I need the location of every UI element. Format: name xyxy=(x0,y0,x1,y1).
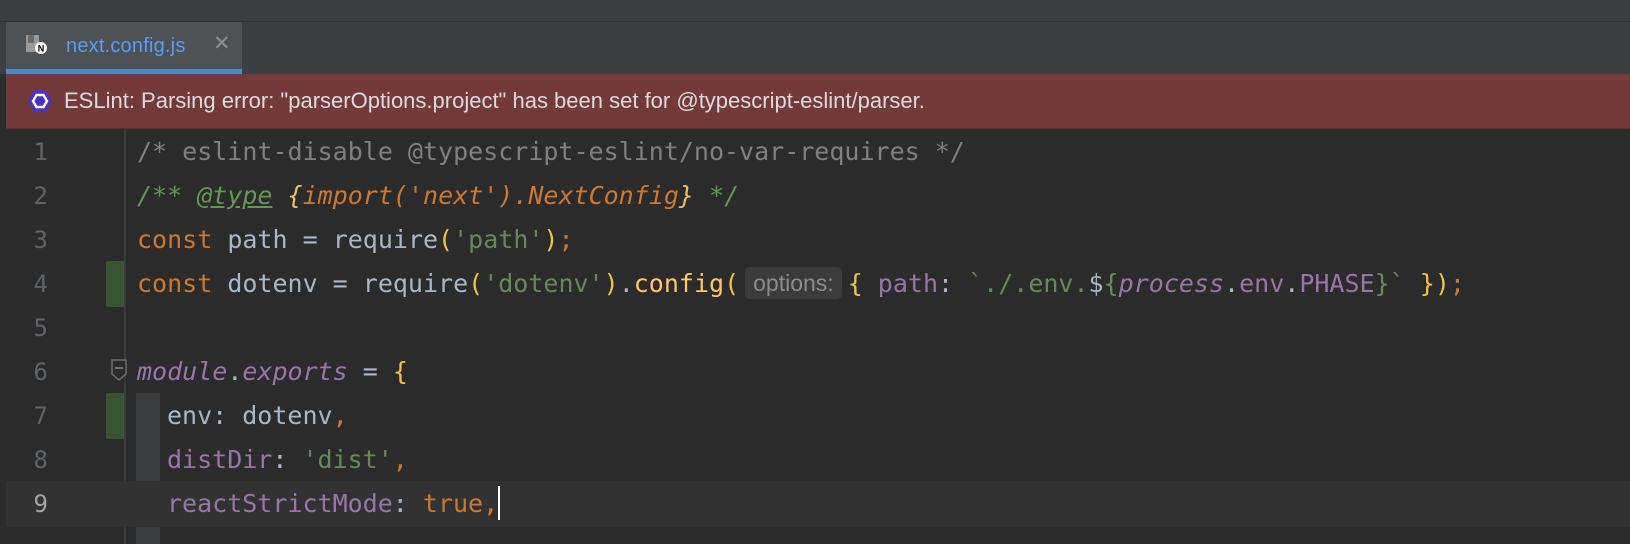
line-number: 4 xyxy=(33,270,48,298)
close-icon[interactable]: ✕ xyxy=(213,33,231,55)
error-message: ESLint: Parsing error: "parserOptions.pr… xyxy=(64,88,925,113)
line-number: 5 xyxy=(33,314,48,342)
dot: . xyxy=(1284,269,1300,298)
property: reactStrictMode xyxy=(167,489,393,518)
semicolon: ; xyxy=(1449,269,1465,298)
paren: ( xyxy=(724,269,740,298)
tab-next-config[interactable]: N next.config.js ✕ xyxy=(6,22,242,74)
text-cursor xyxy=(498,486,501,520)
dot: . xyxy=(227,357,243,386)
line-number: 9 xyxy=(33,490,48,518)
identifier-process: process xyxy=(1118,269,1225,298)
brace: { xyxy=(847,269,863,298)
jsdoc-type-open: { xyxy=(287,181,303,210)
line-number: 1 xyxy=(33,138,48,166)
brace: { xyxy=(392,357,408,386)
colon: : xyxy=(392,489,423,518)
eslint-icon xyxy=(28,90,52,112)
template-string: ` xyxy=(1389,269,1405,298)
code-text: /* eslint-disable @typescript-eslint/no-… xyxy=(137,129,965,175)
string: 'path' xyxy=(453,225,544,254)
code-text: env: dotenv, xyxy=(167,393,348,439)
code-line: 4 const dotenv = require('dotenv').confi… xyxy=(6,261,1630,307)
fold-icon[interactable] xyxy=(110,358,128,382)
code-line: 7 env: dotenv, xyxy=(6,393,1630,439)
identifier-module: module xyxy=(137,357,228,386)
template-brace: } xyxy=(1374,269,1390,298)
jsdoc-tag: @type xyxy=(197,181,273,210)
function-call: require xyxy=(362,269,469,298)
keyword: const xyxy=(137,225,213,254)
dot: . xyxy=(1224,269,1240,298)
paren: ) xyxy=(543,225,559,254)
code-text: const dotenv = require('dotenv').config(… xyxy=(137,261,1465,307)
identifier: : dotenv xyxy=(212,401,333,430)
comma: , xyxy=(392,445,408,474)
title-strip xyxy=(0,0,1630,22)
file-badge: N xyxy=(38,44,45,54)
property: distDir xyxy=(167,445,273,474)
paren: ( xyxy=(438,225,454,254)
identifier: path = xyxy=(212,225,333,254)
string: 'dotenv' xyxy=(483,269,604,298)
property: path xyxy=(862,269,939,298)
code-line: 6 module.exports = { xyxy=(6,349,1630,395)
line-number: 6 xyxy=(33,358,48,386)
code-line: 5 xyxy=(6,305,1630,351)
tab-label: next.config.js xyxy=(66,35,186,57)
function-call: require xyxy=(332,225,439,254)
identifier: dotenv = xyxy=(212,269,363,298)
colon: : xyxy=(272,445,303,474)
code-text: reactStrictMode: true, xyxy=(167,481,501,527)
paren: ) xyxy=(603,269,619,298)
parameter-hint: options: xyxy=(745,267,842,299)
semicolon: ; xyxy=(558,225,574,254)
colon: : xyxy=(938,269,969,298)
jsdoc-type-close: } xyxy=(678,181,694,210)
comma: , xyxy=(332,401,348,430)
jsdoc-space xyxy=(272,181,287,210)
code-text: module.exports = { xyxy=(137,349,408,395)
property: env xyxy=(1239,269,1285,298)
line-number: 7 xyxy=(33,402,48,430)
string: 'dist' xyxy=(302,445,393,474)
property: env xyxy=(167,401,213,430)
keyword: const xyxy=(137,269,213,298)
change-marker[interactable] xyxy=(106,261,124,307)
property: exports xyxy=(242,357,348,386)
line-number: 3 xyxy=(33,226,48,254)
eslint-error-banner: ESLint: Parsing error: "parserOptions.pr… xyxy=(6,74,1630,129)
boolean-literal: true xyxy=(422,489,484,518)
operator: = xyxy=(347,357,393,386)
brace: } xyxy=(1404,269,1435,298)
editor-tab-bar: N next.config.js ✕ xyxy=(0,22,1630,74)
comment: /* eslint-disable @typescript-eslint/no-… xyxy=(137,137,965,166)
code-text: distDir: 'dist', xyxy=(167,437,408,483)
paren: ( xyxy=(468,269,484,298)
jsdoc-type: import('next').NextConfig xyxy=(302,181,679,210)
comma: , xyxy=(483,489,499,518)
template-string: `./.env. xyxy=(968,269,1089,298)
change-marker[interactable] xyxy=(106,393,124,439)
code-text: const path = require('path'); xyxy=(137,217,574,263)
jsdoc-open: /** xyxy=(137,181,198,210)
code-line: 1 /* eslint-disable @typescript-eslint/n… xyxy=(6,129,1630,175)
template-dollar: $ xyxy=(1088,269,1104,298)
code-line-current: 9 reactStrictMode: true, xyxy=(6,481,1630,527)
code-text: /** @type {import('next').NextConfig} */ xyxy=(137,173,739,219)
code-line: 8 distDir: 'dist', xyxy=(6,437,1630,483)
code-editor[interactable]: 1 /* eslint-disable @typescript-eslint/n… xyxy=(6,129,1630,544)
line-number: 2 xyxy=(33,182,48,210)
line-number: 8 xyxy=(33,446,48,474)
dot: . xyxy=(618,269,634,298)
jsdoc-close: */ xyxy=(693,181,740,210)
code-line: 3 const path = require('path'); xyxy=(6,217,1630,263)
property: PHASE xyxy=(1299,269,1375,298)
paren: ) xyxy=(1434,269,1450,298)
js-file-icon: N xyxy=(26,35,47,54)
method-call: config xyxy=(633,269,725,298)
code-line: 2 /** @type {import('next').NextConfig} … xyxy=(6,173,1630,219)
template-brace: { xyxy=(1103,269,1119,298)
